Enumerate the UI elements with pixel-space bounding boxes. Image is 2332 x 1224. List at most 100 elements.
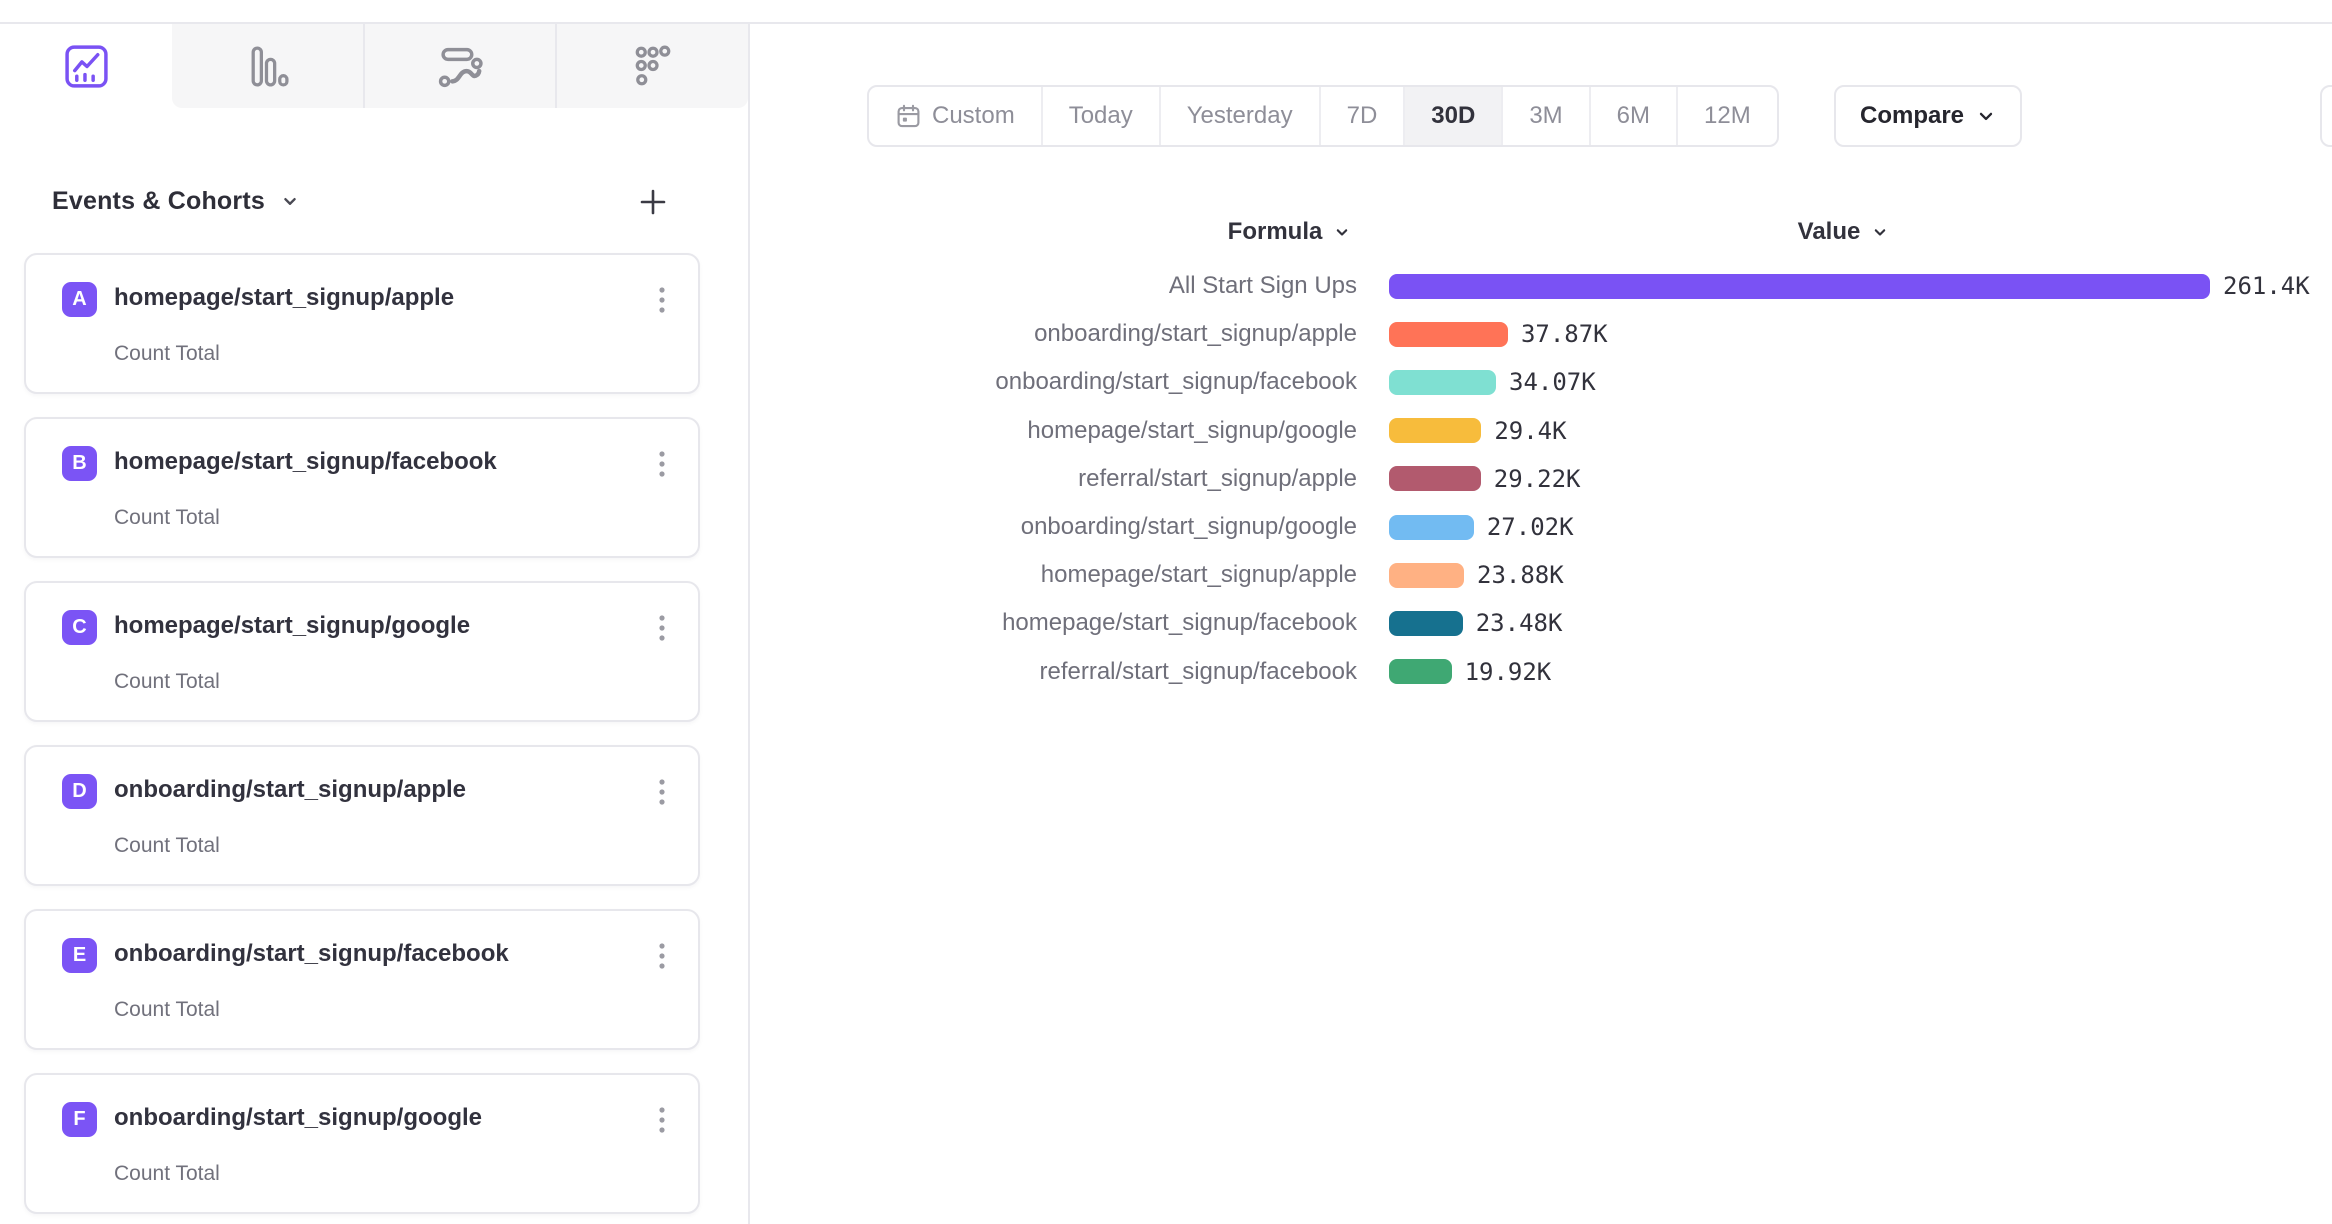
- events-cohorts-dropdown[interactable]: Events & Cohorts: [52, 176, 301, 226]
- date-option-label: Yesterday: [1187, 102, 1293, 130]
- kebab-menu-icon[interactable]: [648, 1103, 676, 1137]
- kebab-menu-icon[interactable]: [648, 939, 676, 973]
- bar-label: homepage/start_signup/apple: [760, 561, 1357, 589]
- bar-segment[interactable]: [1389, 370, 1496, 395]
- event-metric[interactable]: Count Total: [114, 834, 220, 858]
- sidebar-divider: [748, 23, 750, 1224]
- date-option-label: 12M: [1704, 102, 1751, 130]
- formula-header-dropdown[interactable]: Formula: [1160, 212, 1420, 252]
- bar-segment[interactable]: [1389, 274, 2210, 299]
- value-header-dropdown[interactable]: Value: [1744, 212, 1944, 252]
- event-badge: C: [62, 610, 97, 645]
- date-option-label: 7D: [1347, 102, 1378, 130]
- kebab-menu-icon[interactable]: [648, 611, 676, 645]
- event-metric[interactable]: Count Total: [114, 670, 220, 694]
- bar-chart-icon: [244, 43, 291, 90]
- bar-value: 34.07K: [1509, 368, 1596, 396]
- value-header-label: Value: [1798, 218, 1861, 246]
- event-metric[interactable]: Count Total: [114, 342, 220, 366]
- bar-row: onboarding/start_signup/google 27.02K: [760, 503, 2310, 551]
- tab-flow[interactable]: [363, 24, 556, 108]
- bar-label: referral/start_signup/apple: [760, 465, 1357, 493]
- event-name: onboarding/start_signup/apple: [114, 776, 466, 804]
- event-card[interactable]: C homepage/start_signup/google Count Tot…: [24, 581, 700, 722]
- bar-segment[interactable]: [1389, 563, 1464, 588]
- bar-row: All Start Sign Ups 261.4K: [760, 262, 2310, 310]
- bar-value: 27.02K: [1487, 513, 1574, 541]
- event-metric[interactable]: Count Total: [114, 1162, 220, 1186]
- bar-row: referral/start_signup/apple 29.22K: [760, 455, 2310, 503]
- kebab-menu-icon[interactable]: [648, 775, 676, 809]
- event-name: onboarding/start_signup/facebook: [114, 940, 509, 968]
- event-card[interactable]: D onboarding/start_signup/apple Count To…: [24, 745, 700, 886]
- event-badge: A: [62, 282, 97, 317]
- bar-label: homepage/start_signup/google: [760, 417, 1357, 445]
- event-metric[interactable]: Count Total: [114, 998, 220, 1022]
- analytics-app: Events & Cohorts A homepage/start_signup…: [0, 0, 2332, 1224]
- bar-label: homepage/start_signup/facebook: [760, 609, 1357, 637]
- date-option[interactable]: 12M: [1676, 87, 1777, 145]
- date-range-control: Custom Today Yesterday 7D 30D 3M 6M 12M: [867, 85, 1779, 147]
- date-option-label: 6M: [1617, 102, 1650, 130]
- chevron-down-icon: [1870, 222, 1890, 242]
- bar-segment[interactable]: [1389, 515, 1474, 540]
- bar-value: 23.88K: [1477, 561, 1564, 589]
- bar-row: onboarding/start_signup/apple 37.87K: [760, 310, 2310, 358]
- event-card[interactable]: F onboarding/start_signup/google Count T…: [24, 1073, 700, 1214]
- event-badge: D: [62, 774, 97, 809]
- bar-label: All Start Sign Ups: [760, 272, 1357, 300]
- bar-row: homepage/start_signup/google 29.4K: [760, 407, 2310, 455]
- tab-scatter[interactable]: [555, 24, 748, 108]
- event-card[interactable]: A homepage/start_signup/apple Count Tota…: [24, 253, 700, 394]
- bar-value: 29.4K: [1494, 417, 1566, 445]
- event-badge: F: [62, 1102, 97, 1137]
- date-option-label: Today: [1069, 102, 1133, 130]
- plus-icon: [638, 187, 668, 217]
- event-badge: B: [62, 446, 97, 481]
- bar-label: onboarding/start_signup/facebook: [760, 368, 1357, 396]
- kebab-menu-icon[interactable]: [648, 283, 676, 317]
- bar-row: onboarding/start_signup/facebook 34.07K: [760, 358, 2310, 406]
- calendar-icon: [895, 103, 922, 130]
- bar-segment[interactable]: [1389, 659, 1452, 684]
- date-option[interactable]: 7D: [1319, 87, 1404, 145]
- date-option[interactable]: 3M: [1501, 87, 1588, 145]
- event-card[interactable]: E onboarding/start_signup/facebook Count…: [24, 909, 700, 1050]
- compare-label: Compare: [1860, 102, 1964, 130]
- bar-segment[interactable]: [1389, 611, 1463, 636]
- bar-segment[interactable]: [1389, 466, 1481, 491]
- date-option[interactable]: Custom: [869, 87, 1041, 145]
- line-chart-icon: [63, 43, 110, 90]
- date-option[interactable]: Today: [1041, 87, 1159, 145]
- bar-row: homepage/start_signup/apple 23.88K: [760, 551, 2310, 599]
- date-option[interactable]: 6M: [1589, 87, 1676, 145]
- compare-button[interactable]: Compare: [1834, 85, 2022, 147]
- bar-segment[interactable]: [1389, 418, 1481, 443]
- scatter-icon: [629, 43, 676, 90]
- bar-row: homepage/start_signup/facebook 23.48K: [760, 599, 2310, 647]
- formula-header-label: Formula: [1228, 218, 1323, 246]
- bar-value: 19.92K: [1465, 658, 1552, 686]
- clipped-right-edge-button[interactable]: [2320, 85, 2332, 147]
- add-event-button[interactable]: [637, 186, 669, 218]
- date-option[interactable]: 30D: [1403, 87, 1501, 145]
- chevron-down-icon: [1332, 222, 1352, 242]
- chart-type-tabbar: [0, 24, 748, 108]
- events-cohorts-title: Events & Cohorts: [52, 187, 265, 216]
- bar-segment[interactable]: [1389, 322, 1508, 347]
- event-name: homepage/start_signup/google: [114, 612, 470, 640]
- event-name: homepage/start_signup/facebook: [114, 448, 497, 476]
- date-option[interactable]: Yesterday: [1159, 87, 1319, 145]
- chevron-down-icon: [1976, 106, 1996, 126]
- flow-icon: [437, 43, 484, 90]
- kebab-menu-icon[interactable]: [648, 447, 676, 481]
- date-option-label: 3M: [1529, 102, 1562, 130]
- tab-bar-chart[interactable]: [172, 24, 363, 108]
- tab-line-chart[interactable]: [0, 24, 172, 108]
- event-metric[interactable]: Count Total: [114, 506, 220, 530]
- bar-value: 23.48K: [1476, 609, 1563, 637]
- date-option-label: Custom: [932, 102, 1015, 130]
- date-option-label: 30D: [1431, 102, 1475, 130]
- bar-value: 37.87K: [1521, 320, 1608, 348]
- event-card[interactable]: B homepage/start_signup/facebook Count T…: [24, 417, 700, 558]
